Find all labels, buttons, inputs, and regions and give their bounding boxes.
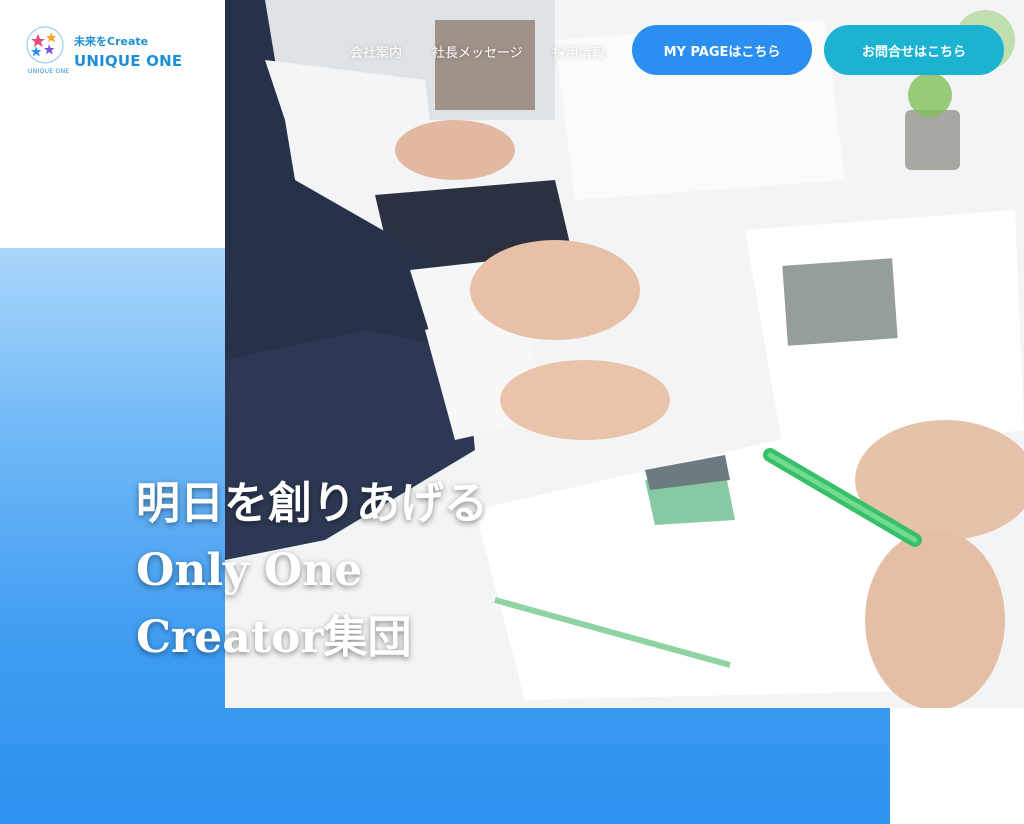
nav-item-recruit[interactable]: 採用情報	[553, 42, 605, 61]
brand-logo[interactable]: UNIQUE ONE 未来をCreate UNIQUE ONE	[24, 24, 224, 80]
hero-headline-line2: Only One	[136, 545, 363, 596]
hero-headline-line1: 明日を創りあげる	[136, 478, 488, 529]
nav-item-company[interactable]: 会社案内	[350, 42, 402, 61]
contact-button[interactable]: お問合せはこちら	[824, 25, 1004, 75]
hero-headline: 明日を創りあげる Only One Creator集団	[136, 470, 488, 671]
brand-name: UNIQUE ONE	[74, 52, 183, 70]
logo-mark-icon	[26, 26, 64, 64]
hero-headline-line3: Creator集団	[136, 612, 412, 663]
main-nav: 会社案内 社長メッセージ 採用情報	[350, 42, 635, 61]
nav-item-president-message[interactable]: 社長メッセージ	[432, 42, 523, 61]
logo-mark-caption: UNIQUE ONE	[28, 68, 70, 75]
mypage-button[interactable]: MY PAGEはこちら	[632, 25, 812, 75]
brand-tagline: 未来をCreate	[74, 35, 149, 48]
